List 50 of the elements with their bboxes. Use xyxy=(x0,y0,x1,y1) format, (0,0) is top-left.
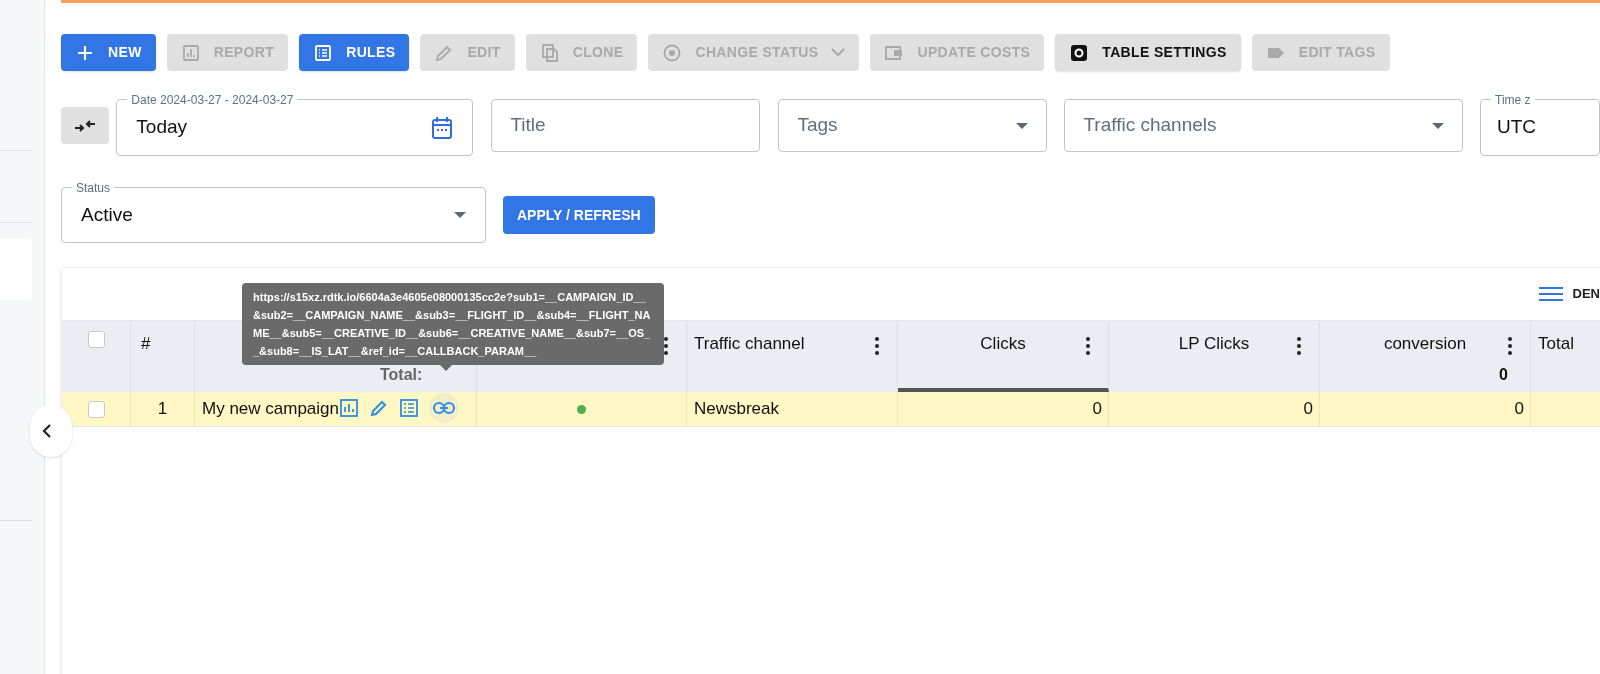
list-icon xyxy=(313,42,334,63)
link-icon xyxy=(433,402,455,414)
copy-icon xyxy=(539,42,560,63)
column-total: 0 xyxy=(1499,365,1508,385)
column-menu-icon[interactable] xyxy=(875,337,879,355)
toolbar-button[interactable]: RULES xyxy=(299,34,410,71)
tooltip-pointer xyxy=(440,365,452,371)
chevron-down-icon xyxy=(831,48,846,57)
toolbar-button[interactable]: NEW xyxy=(61,34,156,71)
menu-icon xyxy=(1538,286,1563,302)
table-cell-text: 1 xyxy=(157,398,168,421)
column-header: Clicks xyxy=(979,333,1027,355)
column-header: Traffic channel xyxy=(694,333,805,355)
pencil-icon[interactable] xyxy=(369,398,389,418)
column-menu-icon[interactable] xyxy=(1508,337,1512,355)
dropdown-caret-icon xyxy=(1016,122,1029,129)
table-row[interactable]: 1 My new campaign Newsbreak 0 0 0 xyxy=(62,392,1600,427)
toolbar-button[interactable]: TABLE SETTINGS xyxy=(1055,34,1241,71)
report-icon[interactable] xyxy=(339,398,359,418)
table-cell-text: Newsbreak xyxy=(694,398,780,421)
density-button[interactable]: DEN xyxy=(1538,284,1600,304)
column-header: LP Clicks xyxy=(1177,333,1251,355)
dropdown-caret-icon xyxy=(1432,122,1444,129)
table-cell-text: 0 xyxy=(1303,398,1313,421)
list-icon[interactable] xyxy=(399,398,419,418)
column-total: Total: xyxy=(380,365,423,385)
traffic-channels-select[interactable]: Traffic channels xyxy=(1064,99,1463,152)
apply-refresh-button[interactable]: APPLY / REFRESH xyxy=(503,196,655,234)
column-menu-icon[interactable] xyxy=(1086,337,1090,355)
column-menu-icon[interactable] xyxy=(1297,337,1301,355)
campaign-name[interactable]: My new campaign xyxy=(202,396,339,422)
tags-select[interactable]: Tags xyxy=(778,99,1048,152)
arrows-icon xyxy=(74,118,97,133)
checkbox[interactable] xyxy=(87,400,105,418)
link-button[interactable] xyxy=(429,393,459,423)
chevron-left-icon xyxy=(42,423,52,439)
column-header: Total xyxy=(1538,333,1574,355)
radio-icon xyxy=(662,42,683,63)
settings-icon xyxy=(1069,42,1090,63)
swap-button[interactable] xyxy=(61,107,110,144)
table-cell-text: 0 xyxy=(1092,398,1102,421)
column-menu-icon[interactable] xyxy=(664,337,668,355)
column-header: conversion xyxy=(1382,333,1468,355)
table-cell-text: 0 xyxy=(1514,398,1524,421)
title-field[interactable]: Title xyxy=(491,99,761,152)
column-header: # xyxy=(141,333,151,355)
checkbox[interactable] xyxy=(87,331,105,348)
calendar-icon xyxy=(431,115,454,140)
dropdown-caret-icon xyxy=(454,212,466,218)
chart-icon xyxy=(180,42,201,63)
